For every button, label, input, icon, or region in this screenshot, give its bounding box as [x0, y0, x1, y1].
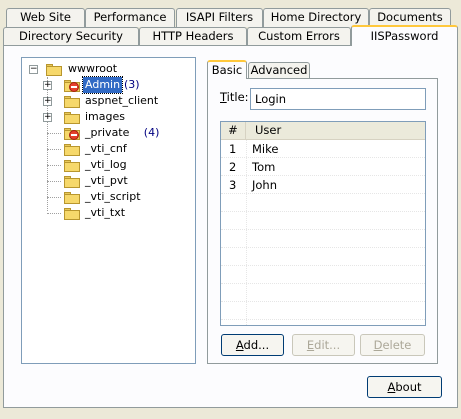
tab-http-headers[interactable]: HTTP Headers	[139, 27, 247, 46]
tree-item-label: _private	[85, 126, 130, 139]
list-item[interactable]: 2 Tom	[221, 158, 425, 176]
folder-icon	[64, 175, 80, 188]
folder-open-icon	[46, 63, 62, 76]
empty-row	[221, 230, 425, 248]
tree-connector	[47, 213, 61, 214]
add-button[interactable]: Add...	[221, 334, 284, 356]
delete-button[interactable]: Delete	[360, 334, 425, 356]
password-count: (4)	[143, 126, 160, 139]
protected-folder-icon	[64, 79, 80, 92]
empty-row	[221, 194, 425, 212]
tree-item-label: Admin	[81, 76, 124, 94]
tab-iispassword[interactable]: IISPassword	[351, 25, 458, 46]
row-number: 2	[229, 160, 237, 174]
row-user: Mike	[252, 142, 279, 156]
tab-custom-errors[interactable]: Custom Errors	[247, 27, 351, 46]
tree-item-label: _vti_log	[85, 158, 127, 171]
list-item[interactable]: 1 Mike	[221, 140, 425, 158]
empty-row	[221, 302, 425, 320]
expand-icon[interactable]: +	[43, 97, 52, 106]
tree-item-label: _vti_cnf	[85, 142, 127, 155]
edit-button[interactable]: Edit...	[292, 334, 355, 356]
tree-connector	[47, 165, 61, 166]
title-label: Title:	[220, 90, 249, 104]
folder-icon	[64, 111, 80, 124]
tree-connector	[47, 197, 61, 198]
tree-root-label: wwwroot	[68, 62, 118, 75]
tree-connector	[47, 181, 61, 182]
empty-row	[221, 284, 425, 302]
tree-item-label: images	[85, 110, 125, 123]
empty-row	[221, 248, 425, 266]
column-header-number[interactable]: #	[221, 122, 246, 140]
folder-icon	[64, 207, 80, 220]
tree-item-label: aspnet_client	[85, 94, 159, 107]
folder-icon	[64, 95, 80, 108]
tree-item-label: _vti_pvt	[85, 174, 128, 187]
title-input[interactable]: Login	[250, 88, 426, 110]
tab-advanced[interactable]: Advanced	[248, 62, 310, 79]
password-count: (3)	[124, 78, 140, 91]
tab-directory-security[interactable]: Directory Security	[3, 27, 139, 46]
directory-tree[interactable]: − wwwroot + Admin (3) + aspnet_client + images…	[21, 57, 196, 364]
tree-item-label: _vti_txt	[85, 206, 126, 219]
empty-row	[221, 266, 425, 284]
tab-basic[interactable]: Basic	[207, 60, 247, 79]
column-header-user[interactable]: User	[246, 122, 425, 140]
row-user: Tom	[252, 160, 276, 174]
tree-item-label: _vti_script	[85, 190, 141, 203]
folder-icon	[64, 191, 80, 204]
about-button[interactable]: About	[367, 376, 442, 398]
tree-connector	[47, 149, 61, 150]
expand-icon[interactable]: +	[43, 113, 52, 122]
tab-web-site[interactable]: Web Site	[6, 8, 85, 27]
protected-folder-icon	[64, 127, 80, 140]
list-item[interactable]: 3 John	[221, 176, 425, 194]
tab-performance[interactable]: Performance	[85, 8, 175, 27]
expand-icon[interactable]: +	[43, 81, 52, 90]
folder-icon	[64, 159, 80, 172]
tab-isapi-filters[interactable]: ISAPI Filters	[176, 8, 263, 27]
tree-connector	[47, 133, 61, 134]
row-number: 1	[229, 142, 237, 156]
row-user: John	[252, 178, 278, 192]
folder-icon	[64, 143, 80, 156]
collapse-icon[interactable]: −	[29, 65, 38, 74]
users-list[interactable]: # User 1 Mike 2 Tom 3 John	[220, 121, 426, 326]
empty-row	[221, 212, 425, 230]
row-number: 3	[229, 178, 237, 192]
